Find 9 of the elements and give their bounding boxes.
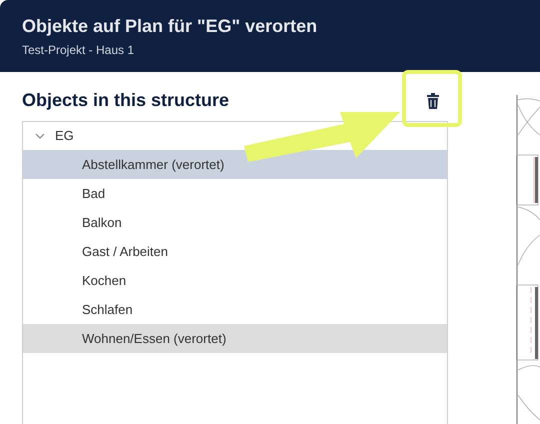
trash-icon <box>427 92 439 108</box>
highlight-frame <box>402 70 462 127</box>
tree-item[interactable]: Abstellkammer (verortet) <box>23 150 447 179</box>
dialog-title: Objekte auf Plan für "EG" verorten <box>22 15 318 38</box>
tree-item[interactable]: Wohnen/Essen (verortet) <box>23 324 447 353</box>
chevron-icon <box>35 133 45 139</box>
panel-heading: Objects in this structure <box>22 89 230 112</box>
tree-item[interactable]: EG <box>23 122 447 150</box>
dialog-subtitle: Test-Projekt - Haus 1 <box>22 42 136 58</box>
